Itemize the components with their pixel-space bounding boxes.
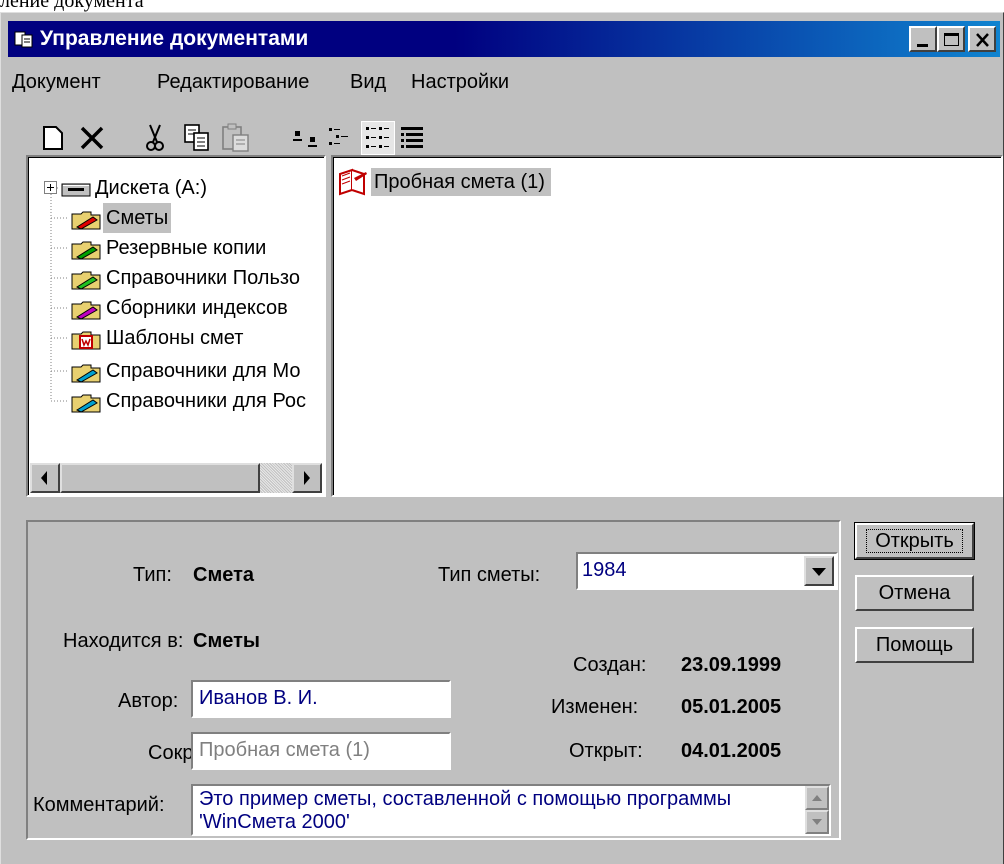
delete-icon[interactable]: [79, 125, 105, 151]
created-label: Создан:: [573, 654, 647, 676]
arrow-up-icon: [812, 795, 822, 801]
maximize-button[interactable]: [937, 26, 965, 52]
tree-item-templates[interactable]: Шаблоны смет: [29, 323, 325, 353]
list-view-icon[interactable]: [361, 121, 395, 155]
opened-label: Открыт:: [569, 740, 643, 762]
close-button[interactable]: [968, 26, 996, 52]
floppy-drive-icon: [61, 183, 91, 197]
window-title: Управление документами: [40, 27, 309, 50]
folder-icon: [71, 271, 101, 290]
tree-item-index-books[interactable]: Сборники индексов: [29, 293, 325, 323]
cancel-button[interactable]: Отмена: [855, 575, 974, 611]
arrow-left-icon: [41, 471, 47, 485]
author-label: Автор:: [118, 690, 179, 712]
template-folder-icon: [71, 331, 101, 350]
estimate-document-icon: [339, 168, 367, 196]
details-view-icon[interactable]: [399, 125, 425, 151]
copy-icon[interactable]: [183, 123, 211, 153]
folder-icon: [71, 364, 101, 383]
app-icon: [14, 31, 33, 48]
folder-tree-pane[interactable]: Дискета (A:) Сметы Резервные копии Справ…: [26, 155, 326, 497]
estimate-type-select[interactable]: 1984: [576, 552, 838, 590]
tree-item-russia-refs[interactable]: Справочники для Рос: [29, 386, 325, 416]
document-text-fragment: ление документа: [0, 0, 144, 12]
tree-horizontal-scrollbar[interactable]: [30, 463, 322, 493]
modified-label: Изменен:: [551, 696, 639, 718]
folder-icon: [71, 241, 101, 260]
cut-icon[interactable]: [143, 123, 167, 153]
new-doc-icon[interactable]: [41, 125, 65, 151]
type-value: Смета: [193, 564, 255, 586]
minimize-button[interactable]: [909, 26, 937, 52]
small-icons-icon[interactable]: [326, 125, 354, 153]
arrow-down-icon: [812, 819, 822, 825]
dropdown-button[interactable]: [804, 556, 834, 586]
tree-item-estimates[interactable]: Сметы: [29, 203, 325, 233]
arrow-right-icon: [304, 471, 310, 485]
opened-value: 04.01.2005: [681, 740, 782, 762]
menu-edit[interactable]: Редактирование: [157, 71, 309, 94]
tree-item-floppy[interactable]: Дискета (A:): [29, 173, 325, 203]
estimate-type-label: Тип сметы:: [438, 564, 541, 586]
file-list-pane[interactable]: Пробная смета (1): [331, 155, 1003, 497]
tree-item-moscow-refs[interactable]: Справочники для Мо: [29, 356, 325, 386]
scroll-down-button[interactable]: [805, 810, 829, 834]
tree-item-user-refs[interactable]: Справочники Пользо: [29, 263, 325, 293]
type-label: Тип:: [133, 564, 172, 586]
folder-icon: [71, 211, 101, 230]
comment-label: Комментарий:: [33, 794, 165, 816]
menu-document[interactable]: Документ: [12, 71, 101, 94]
folder-icon: [71, 394, 101, 413]
created-value: 23.09.1999: [681, 654, 782, 676]
maximize-icon: [944, 33, 959, 46]
modified-value: 05.01.2005: [681, 696, 782, 718]
comment-textarea[interactable]: Это пример сметы, составленной с помощью…: [191, 784, 831, 836]
minimize-icon: [917, 44, 928, 47]
document-properties-panel: Тип: Смета Тип сметы: 1984 Находится в: …: [26, 520, 841, 840]
scroll-left-button[interactable]: [30, 463, 60, 493]
help-button[interactable]: Помощь: [855, 627, 974, 663]
folder-icon: [71, 301, 101, 320]
location-value: Сметы: [193, 630, 260, 652]
title-bar[interactable]: Управление документами: [8, 21, 1000, 57]
scroll-thumb[interactable]: [60, 463, 260, 493]
location-label: Находится в:: [63, 630, 184, 652]
open-button[interactable]: Открыть: [854, 522, 975, 560]
menu-view[interactable]: Вид: [350, 71, 386, 94]
paste-icon[interactable]: [221, 123, 251, 153]
document-manager-window: Управление документами Документ Редактир…: [0, 12, 1004, 864]
chevron-down-icon: [812, 568, 826, 576]
comment-scrollbar[interactable]: [805, 786, 829, 834]
scroll-up-button[interactable]: [805, 786, 829, 810]
short-name-field[interactable]: Пробная смета (1): [191, 732, 451, 770]
tree-item-backups[interactable]: Резервные копии: [29, 233, 325, 263]
large-icons-icon[interactable]: [291, 127, 321, 151]
close-icon: [976, 33, 989, 47]
scroll-right-button[interactable]: [292, 463, 322, 493]
menu-settings[interactable]: Настройки: [411, 71, 509, 94]
author-field[interactable]: Иванов В. И.: [191, 680, 451, 718]
